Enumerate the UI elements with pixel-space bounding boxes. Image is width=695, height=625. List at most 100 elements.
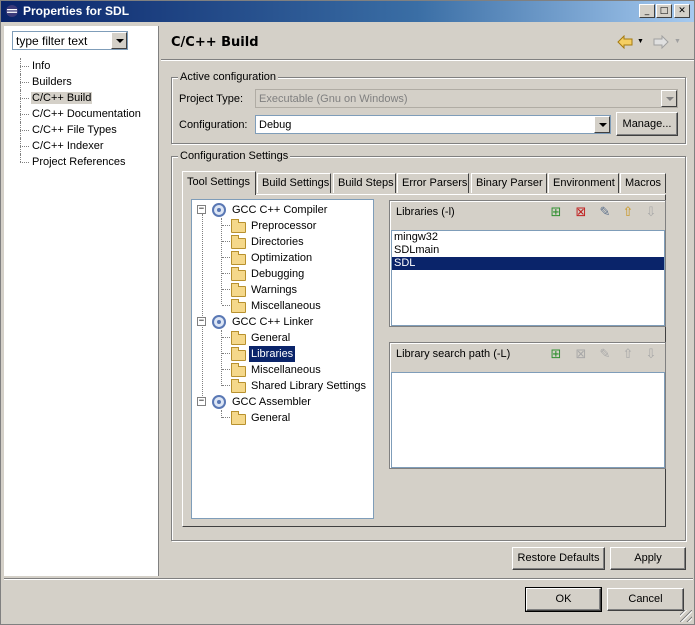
delete-icon[interactable]: ⊠: [573, 205, 589, 221]
libraries-list[interactable]: mingw32 SDLmain SDL: [391, 230, 665, 326]
add-icon[interactable]: ⊞: [548, 347, 564, 363]
configuration-label: Configuration:: [179, 119, 248, 131]
tree-node-compiler-miscellaneous[interactable]: Miscellaneous: [192, 298, 372, 314]
edit-icon[interactable]: ✎: [597, 205, 613, 221]
collapse-icon[interactable]: −: [197, 317, 206, 326]
filter-text[interactable]: type filter text: [16, 34, 87, 48]
nav-item-cpp-build[interactable]: C/C++ Build: [19, 90, 154, 106]
edit-icon: ✎: [599, 347, 611, 362]
option-folder-icon: [231, 219, 246, 233]
option-folder-icon: [231, 331, 246, 345]
tab-error-parsers[interactable]: Error Parsers: [397, 173, 469, 193]
tab-tool-settings[interactable]: Tool Settings: [182, 171, 256, 195]
cancel-button[interactable]: Cancel: [607, 588, 684, 611]
eclipse-icon: [6, 5, 18, 17]
tab-build-settings[interactable]: Build Settings: [257, 173, 331, 193]
option-folder-icon: [231, 363, 246, 377]
option-folder-icon: [231, 267, 246, 281]
back-arrow-icon[interactable]: [617, 35, 633, 49]
list-item[interactable]: SDL: [392, 257, 664, 270]
tab-binary-parser[interactable]: Binary Parser: [471, 173, 547, 193]
header-separator: [161, 59, 694, 61]
tree-node-gcc-cpp-compiler[interactable]: − GCC C++ Compiler: [192, 202, 372, 218]
chevron-down-icon: [661, 90, 677, 107]
nav-item-project-references[interactable]: Project References: [19, 154, 154, 170]
forward-history-chevron-icon[interactable]: ▼: [674, 38, 681, 45]
tool-gear-icon: [212, 203, 226, 217]
resize-grip[interactable]: [680, 610, 692, 622]
option-folder-icon: [231, 251, 246, 265]
tree-node-directories[interactable]: Directories: [192, 234, 372, 250]
page-title: C/C++ Build: [171, 35, 259, 50]
tree-node-shared-library-settings[interactable]: Shared Library Settings: [192, 378, 372, 394]
project-type-combo: Executable (Gnu on Windows): [255, 89, 678, 108]
tree-node-linker-libraries[interactable]: Libraries: [192, 346, 372, 362]
back-history-chevron-icon[interactable]: ▼: [637, 38, 644, 45]
move-up-icon[interactable]: ⇧: [620, 205, 636, 221]
tool-tree[interactable]: − GCC C++ Compiler Preprocessor Director…: [191, 199, 374, 519]
window-title: Properties for SDL: [23, 4, 130, 18]
title-bar[interactable]: Properties for SDL _ □ ✕: [1, 1, 694, 22]
project-type-value: Executable (Gnu on Windows): [259, 93, 408, 105]
chevron-down-icon[interactable]: [594, 116, 610, 133]
filter-combo[interactable]: type filter text: [12, 31, 128, 50]
tree-node-gcc-assembler[interactable]: − GCC Assembler: [192, 394, 372, 410]
tool-gear-icon: [212, 315, 226, 329]
ok-button[interactable]: OK: [525, 587, 602, 612]
chevron-down-icon[interactable]: [111, 32, 127, 49]
nav-item-info[interactable]: Info: [19, 58, 154, 74]
collapse-icon[interactable]: −: [197, 205, 206, 214]
nav-item-builders[interactable]: Builders: [19, 74, 154, 90]
move-up-icon: ⇧: [622, 347, 634, 362]
tree-node-assembler-general[interactable]: General: [192, 410, 372, 426]
library-search-path-group: Library search path (-L) ⊞ ⊠ ✎ ⇧ ⇩: [389, 342, 666, 469]
tree-node-optimization[interactable]: Optimization: [192, 250, 372, 266]
collapse-icon[interactable]: −: [197, 397, 206, 406]
add-icon[interactable]: ⊞: [548, 205, 564, 221]
properties-window: Properties for SDL _ □ ✕ type filter tex…: [0, 0, 695, 625]
page-header: C/C++ Build ▼ ▼: [161, 26, 693, 59]
libraries-group: Libraries (-l) ⊞ ⊠ ✎ ⇧ ⇩ mingw32 SDLmain…: [389, 200, 666, 327]
configuration-combo[interactable]: Debug: [255, 115, 611, 134]
left-pane: type filter text Info Builders C/C++ Bui…: [4, 26, 159, 576]
maximize-button[interactable]: □: [656, 4, 672, 18]
tree-node-warnings[interactable]: Warnings: [192, 282, 372, 298]
tree-node-debugging[interactable]: Debugging: [192, 266, 372, 282]
apply-button[interactable]: Apply: [610, 547, 686, 570]
nav-item-cpp-documentation[interactable]: C/C++ Documentation: [19, 106, 154, 122]
nav-item-cpp-indexer[interactable]: C/C++ Indexer: [19, 138, 154, 154]
active-configuration-legend: Active configuration: [178, 71, 278, 83]
configuration-value[interactable]: Debug: [259, 119, 291, 131]
project-type-label: Project Type:: [179, 93, 243, 105]
close-button[interactable]: ✕: [674, 4, 690, 18]
tree-node-linker-general[interactable]: General: [192, 330, 372, 346]
tree-node-preprocessor[interactable]: Preprocessor: [192, 218, 372, 234]
option-folder-icon: [231, 411, 246, 425]
restore-defaults-button[interactable]: Restore Defaults: [512, 547, 605, 570]
tool-gear-icon: [212, 395, 226, 409]
manage-button[interactable]: Manage...: [616, 112, 678, 136]
forward-arrow-icon[interactable]: [653, 35, 669, 49]
tab-environment[interactable]: Environment: [548, 173, 619, 193]
nav-tree: Info Builders C/C++ Build C/C++ Document…: [19, 58, 154, 170]
delete-icon: ⊠: [575, 347, 587, 362]
move-down-icon: ⇩: [645, 205, 657, 220]
option-folder-icon: [231, 235, 246, 249]
tree-node-gcc-cpp-linker[interactable]: − GCC C++ Linker: [192, 314, 372, 330]
option-folder-icon: [231, 379, 246, 393]
list-item[interactable]: mingw32: [392, 231, 664, 244]
list-item[interactable]: SDLmain: [392, 244, 664, 257]
tree-node-linker-miscellaneous[interactable]: Miscellaneous: [192, 362, 372, 378]
move-down-icon: ⇩: [645, 347, 657, 362]
option-folder-icon: [231, 299, 246, 313]
tab-build-steps[interactable]: Build Steps: [333, 173, 396, 193]
libraries-title: Libraries (-l): [396, 206, 455, 218]
minimize-button[interactable]: _: [639, 4, 655, 18]
footer-separator: [4, 578, 693, 580]
library-search-path-list[interactable]: [391, 372, 665, 468]
library-search-path-title: Library search path (-L): [396, 348, 511, 360]
tab-macros[interactable]: Macros: [620, 173, 666, 193]
option-folder-icon: [231, 283, 246, 297]
configuration-settings-legend: Configuration Settings: [178, 150, 291, 162]
nav-item-cpp-file-types[interactable]: C/C++ File Types: [19, 122, 154, 138]
